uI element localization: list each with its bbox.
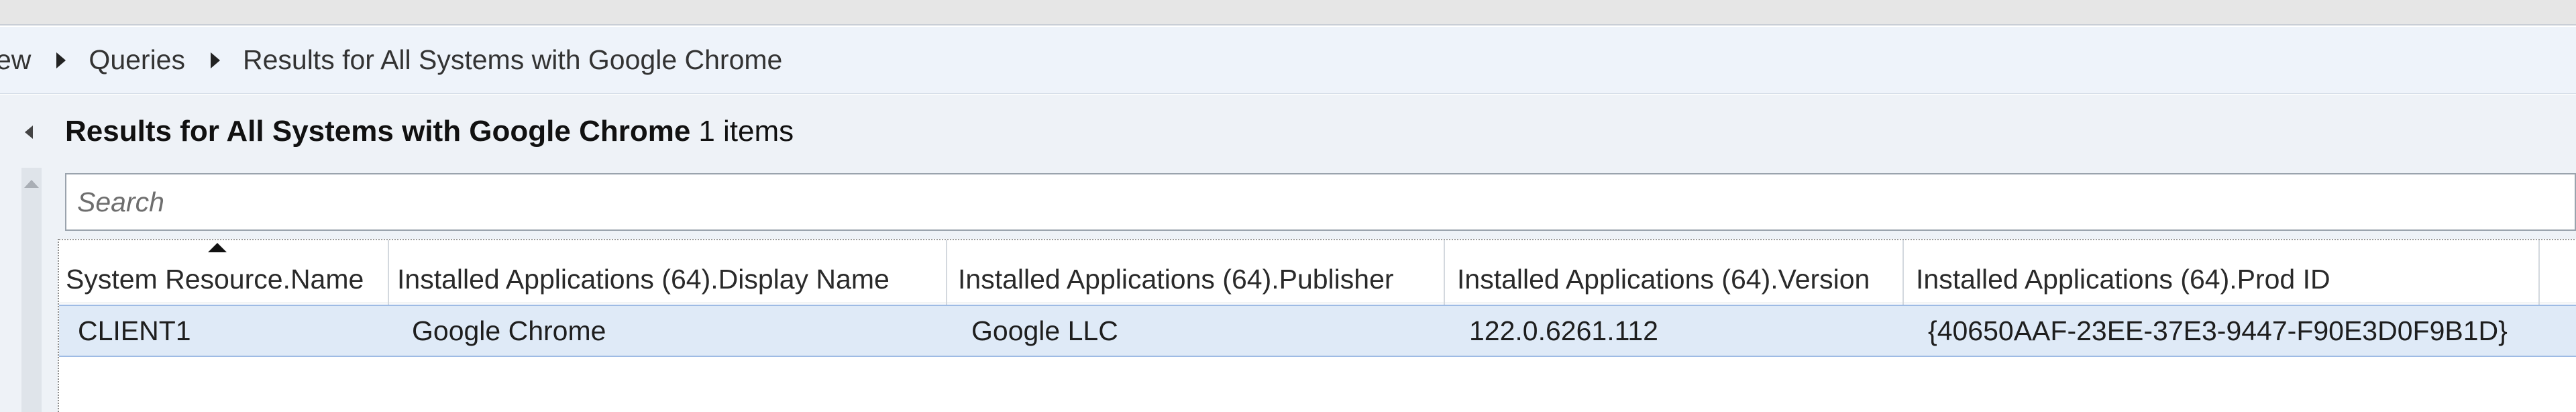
scroll-up-arrow-icon[interactable] [24,180,39,188]
breadcrumb-item-results[interactable]: Results for All Systems with Google Chro… [243,44,782,76]
breadcrumb-item-overview[interactable]: ew [0,44,31,76]
vertical-scrollbar[interactable] [21,168,42,412]
column-header-label: Installed Applications (64).Display Name [397,264,890,295]
results-count: 1 items [698,115,794,148]
results-title: Results for All Systems with Google Chro… [65,115,691,148]
results-grid: System Resource.Name Installed Applicati… [58,239,2576,412]
breadcrumb-item-queries[interactable]: Queries [89,44,185,76]
caret-right-icon[interactable] [210,52,220,68]
caret-right-icon[interactable] [56,52,66,68]
column-header-prod-id[interactable]: Installed Applications (64).Prod ID [1905,240,2540,305]
results-header: Results for All Systems with Google Chro… [65,113,794,150]
column-header-version[interactable]: Installed Applications (64).Version [1446,240,1904,305]
cell-version: 122.0.6261.112 [1469,315,1658,346]
collapse-pane-button[interactable] [19,122,39,142]
sort-ascending-icon [208,243,227,252]
column-header-publisher[interactable]: Installed Applications (64).Publisher [949,240,1445,305]
breadcrumb: ew Queries Results for All Systems with … [0,27,2576,94]
query-results-window: ew Queries Results for All Systems with … [0,0,2576,412]
cell-prod-id: {40650AAF-23EE-37E3-9447-F90E3D0F9B1D} [1928,315,2508,346]
grid-header: System Resource.Name Installed Applicati… [59,239,2576,305]
column-header-label: Installed Applications (64).Version [1457,264,1870,295]
chevron-left-icon [25,125,33,139]
search-input[interactable] [66,174,2575,229]
column-header-label: Installed Applications (64).Prod ID [1916,264,2330,295]
table-row[interactable]: CLIENT1 Google Chrome Google LLC 122.0.6… [59,305,2576,357]
cell-display-name: Google Chrome [412,315,606,346]
top-toolbar-strip [0,0,2576,25]
cell-publisher: Google LLC [971,315,1118,346]
search-box[interactable] [65,173,2576,231]
column-header-label: System Resource.Name [66,264,364,295]
column-header-display-name[interactable]: Installed Applications (64).Display Name [390,240,947,305]
column-header-label: Installed Applications (64).Publisher [958,264,1394,295]
cell-system-name: CLIENT1 [78,315,191,346]
